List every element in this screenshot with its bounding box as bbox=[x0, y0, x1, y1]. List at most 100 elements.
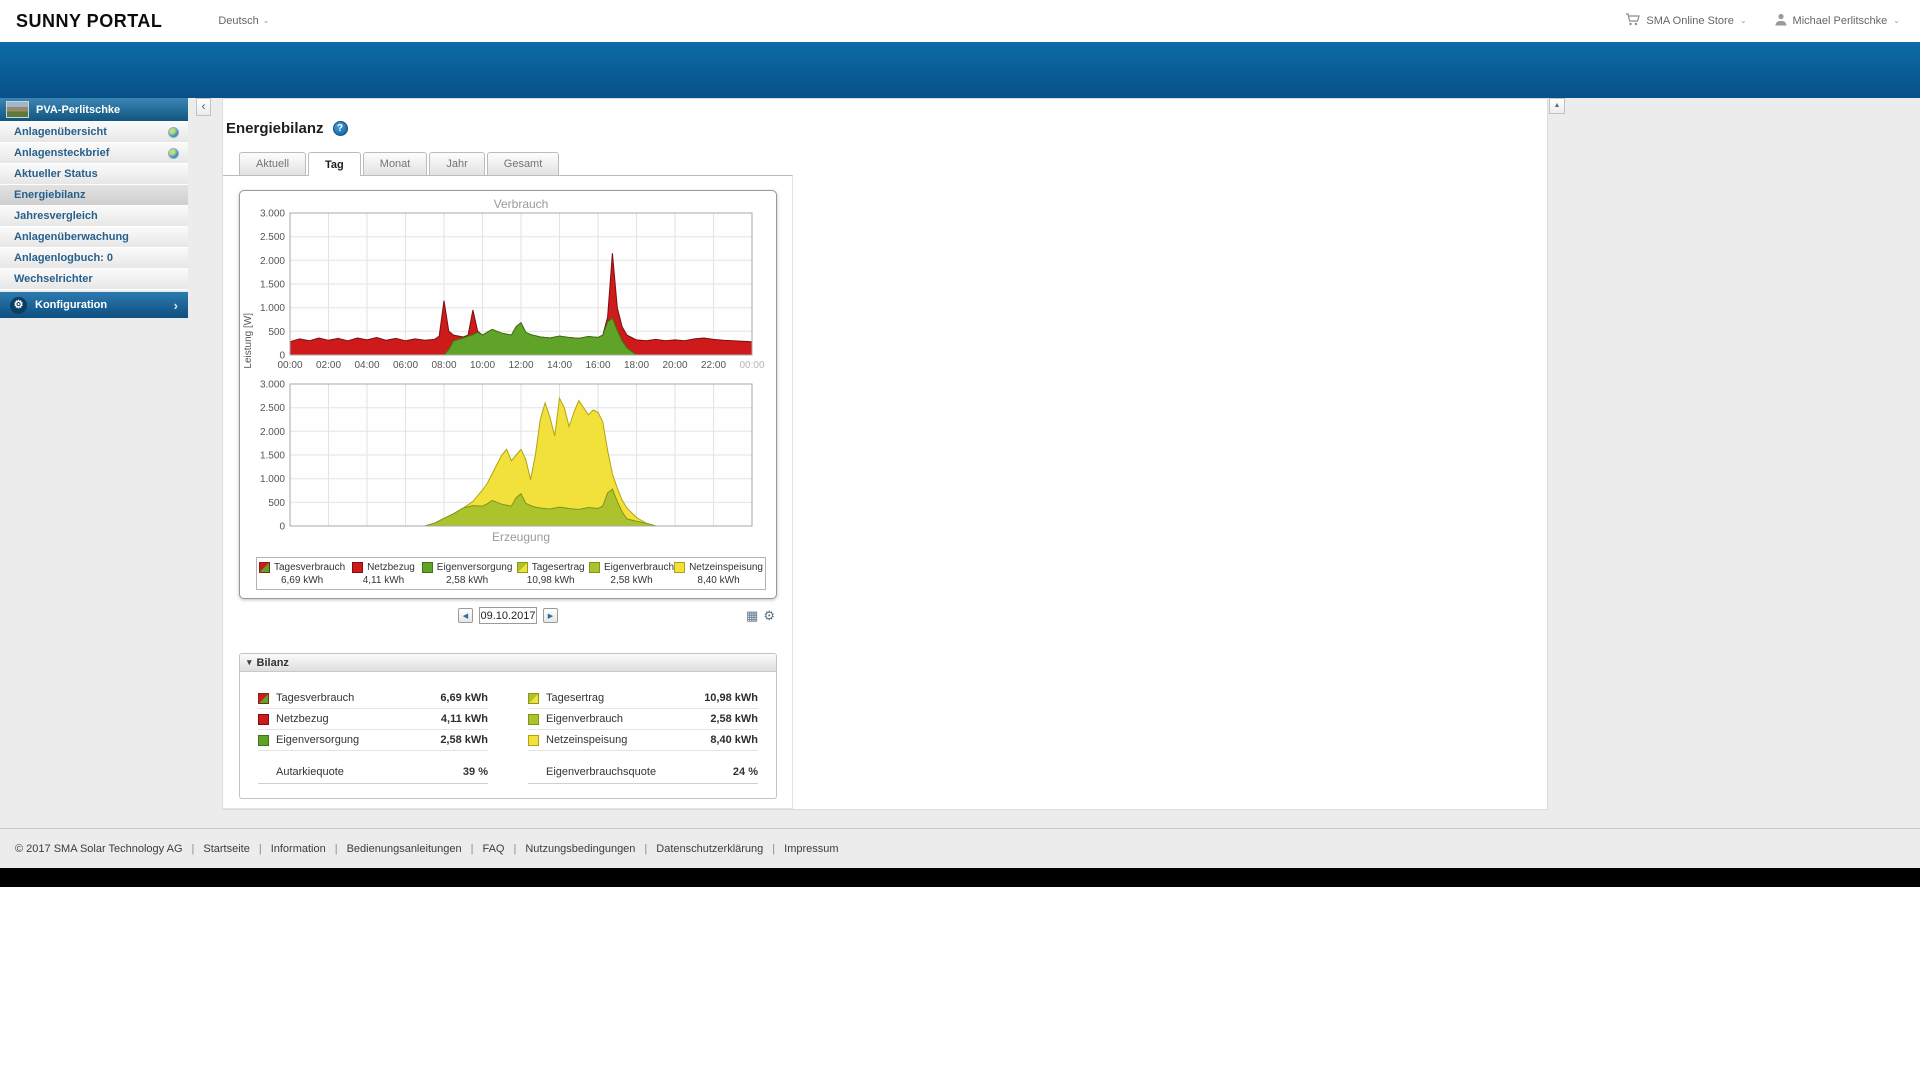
previous-day-button[interactable] bbox=[458, 608, 473, 623]
legend-label: Tagesverbrauch bbox=[274, 562, 346, 573]
eigenversorgung-swatch bbox=[421, 562, 433, 573]
sidebar-item-label: Jahresvergleich bbox=[14, 210, 98, 222]
footer-link-nutzungsbedingungen[interactable]: Nutzungsbedingungen bbox=[504, 843, 635, 855]
tab-gesamt[interactable]: Gesamt bbox=[486, 152, 560, 175]
collapse-sidebar-button[interactable] bbox=[196, 98, 211, 116]
verbrauch-chart: 0 500 1.000 1.500 2.000 2.500 3.000 00:00 02:00 0… bbox=[244, 197, 772, 378]
konfiguration-label: Konfiguration bbox=[35, 299, 108, 311]
globe-icon[interactable] bbox=[168, 147, 179, 159]
svg-text:08:00: 08:00 bbox=[431, 360, 456, 371]
sidebar-item-aktueller-status[interactable]: Aktueller Status bbox=[0, 164, 188, 185]
legend-entry-netzbezug: Netzbezug 4,11 kWh bbox=[345, 562, 422, 586]
sidebar: PVA-Perlitschke Anlagenübersicht Anlagen… bbox=[0, 98, 188, 318]
row-value: 10,98 kWh bbox=[704, 692, 758, 704]
globe-icon[interactable] bbox=[168, 126, 179, 138]
sidebar-item-anlagenuebersicht[interactable]: Anlagenübersicht bbox=[0, 122, 188, 143]
footer-link-information[interactable]: Information bbox=[250, 843, 326, 855]
footer-link-datenschutzerklaerung[interactable]: Datenschutzerklärung bbox=[635, 843, 763, 855]
row-label: Netzeinspeisung bbox=[546, 734, 628, 746]
footer-link-bedienungsanleitungen[interactable]: Bedienungsanleitungen bbox=[326, 843, 462, 855]
plant-selector[interactable]: PVA-Perlitschke bbox=[0, 98, 188, 122]
tab-tag[interactable]: Tag bbox=[308, 152, 361, 176]
top-bar: SUNNY PORTAL Deutsch SMA Online Store Mi… bbox=[0, 0, 1920, 42]
svg-text:0: 0 bbox=[279, 522, 285, 533]
row-value: 4,11 kWh bbox=[440, 713, 488, 725]
language-selector[interactable]: Deutsch bbox=[218, 15, 269, 27]
sidebar-item-label: Anlagenlogbuch: 0 bbox=[14, 252, 113, 264]
header-blue-band bbox=[0, 42, 1920, 98]
tab-content: Leistung [W] 0 500 1.000 1.500 2.000 2.500 3.0… bbox=[223, 175, 793, 809]
sidebar-item-anlagensteckbrief[interactable]: Anlagensteckbrief bbox=[0, 143, 188, 164]
svg-text:22:00: 22:00 bbox=[701, 360, 726, 371]
date-input[interactable] bbox=[479, 607, 537, 624]
svg-text:2.000: 2.000 bbox=[260, 427, 285, 438]
plant-name: PVA-Perlitschke bbox=[36, 103, 121, 116]
svg-text:18:00: 18:00 bbox=[624, 360, 649, 371]
footer-link-faq[interactable]: FAQ bbox=[462, 843, 504, 855]
sma-online-store-link[interactable]: SMA Online Store bbox=[1625, 13, 1746, 29]
sunny-portal-logo[interactable]: SUNNY PORTAL bbox=[16, 11, 162, 32]
sidebar-item-energiebilanz[interactable]: Energiebilanz bbox=[0, 185, 188, 206]
row-value: 6,69 kWh bbox=[440, 692, 488, 704]
svg-text:1.500: 1.500 bbox=[260, 451, 285, 462]
sidebar-item-label: Anlagenüberwachung bbox=[14, 231, 129, 243]
tab-monat[interactable]: Monat bbox=[362, 152, 428, 175]
row-value: 24 % bbox=[732, 766, 758, 778]
svg-text:12:00: 12:00 bbox=[508, 360, 533, 371]
svg-text:06:00: 06:00 bbox=[393, 360, 418, 371]
legend-label: Eigenversorgung bbox=[436, 562, 513, 573]
content-area: PVA-Perlitschke Anlagenübersicht Anlagen… bbox=[0, 98, 1920, 828]
eigenversorgung-swatch bbox=[258, 734, 269, 746]
chart-export-icon[interactable]: ▦ bbox=[746, 609, 758, 622]
bilanz-header[interactable]: Bilanz bbox=[240, 654, 776, 672]
svg-text:2.500: 2.500 bbox=[260, 403, 285, 414]
row-value: 39 % bbox=[462, 766, 488, 778]
tab-jahr[interactable]: Jahr bbox=[429, 152, 485, 175]
legend-value: 6,69 kWh bbox=[280, 575, 324, 586]
tagesertrag-swatch bbox=[516, 562, 528, 573]
sidebar-item-konfiguration[interactable]: Konfiguration bbox=[0, 292, 188, 318]
row-value: 2,58 kWh bbox=[440, 734, 488, 746]
svg-text:500: 500 bbox=[268, 327, 285, 338]
legend-value: 10,98 kWh bbox=[526, 575, 575, 586]
legend-entry-eigenversorgung: Eigenversorgung 2,58 kWh bbox=[421, 562, 513, 586]
footer-link-startseite[interactable]: Startseite bbox=[183, 843, 249, 855]
bottom-black-bar bbox=[0, 868, 1920, 887]
next-day-button[interactable] bbox=[543, 608, 558, 623]
row-label: Eigenversorgung bbox=[276, 734, 360, 746]
svg-text:1.000: 1.000 bbox=[260, 303, 285, 314]
tab-aktuell[interactable]: Aktuell bbox=[239, 152, 307, 175]
date-navigation: ▦ ⚙ bbox=[239, 607, 777, 631]
svg-text:16:00: 16:00 bbox=[585, 360, 610, 371]
legend-label: Netzeinspeisung bbox=[689, 562, 763, 573]
cart-icon bbox=[1625, 13, 1641, 29]
row-value: 8,40 kWh bbox=[710, 734, 758, 746]
footer-link-impressum[interactable]: Impressum bbox=[763, 843, 838, 855]
help-icon[interactable]: ? bbox=[332, 120, 348, 136]
scroll-top-button[interactable] bbox=[1549, 98, 1565, 114]
collapse-caret-icon bbox=[247, 657, 252, 668]
svg-text:20:00: 20:00 bbox=[662, 360, 687, 371]
row-label: Eigenverbrauch bbox=[546, 713, 624, 725]
chart-legend: Tagesverbrauch 6,69 kWh Netzbezug 4,11 k… bbox=[256, 557, 766, 590]
sidebar-item-anlagenlogbuch[interactable]: Anlagenlogbuch: 0 bbox=[0, 248, 188, 269]
legend-label: Tagesertrag bbox=[531, 562, 585, 573]
store-label: SMA Online Store bbox=[1646, 15, 1734, 27]
footer: © 2017 SMA Solar Technology AG Startseit… bbox=[0, 828, 1920, 868]
svg-text:04:00: 04:00 bbox=[354, 360, 379, 371]
eigenversorgung-row: Eigenversorgung 2,58 kWh bbox=[258, 730, 488, 751]
user-name-label: Michael Perlitschke bbox=[1792, 15, 1888, 27]
chevron-down-icon bbox=[1893, 17, 1900, 25]
sidebar-item-jahresvergleich[interactable]: Jahresvergleich bbox=[0, 206, 188, 227]
eigenverbrauch-swatch bbox=[589, 562, 601, 573]
legend-value: 4,11 kWh bbox=[362, 575, 405, 586]
eigenverbrauch-swatch bbox=[528, 713, 539, 725]
tagesertrag-swatch bbox=[528, 692, 539, 704]
sidebar-item-wechselrichter[interactable]: Wechselrichter bbox=[0, 269, 188, 290]
svg-text:500: 500 bbox=[268, 498, 285, 509]
svg-text:1.500: 1.500 bbox=[260, 280, 285, 291]
user-menu[interactable]: Michael Perlitschke bbox=[1775, 13, 1900, 29]
sidebar-item-anlagenueberwachung[interactable]: Anlagenüberwachung bbox=[0, 227, 188, 248]
row-value: 2,58 kWh bbox=[710, 713, 758, 725]
chart-settings-icon[interactable]: ⚙ bbox=[763, 609, 775, 622]
